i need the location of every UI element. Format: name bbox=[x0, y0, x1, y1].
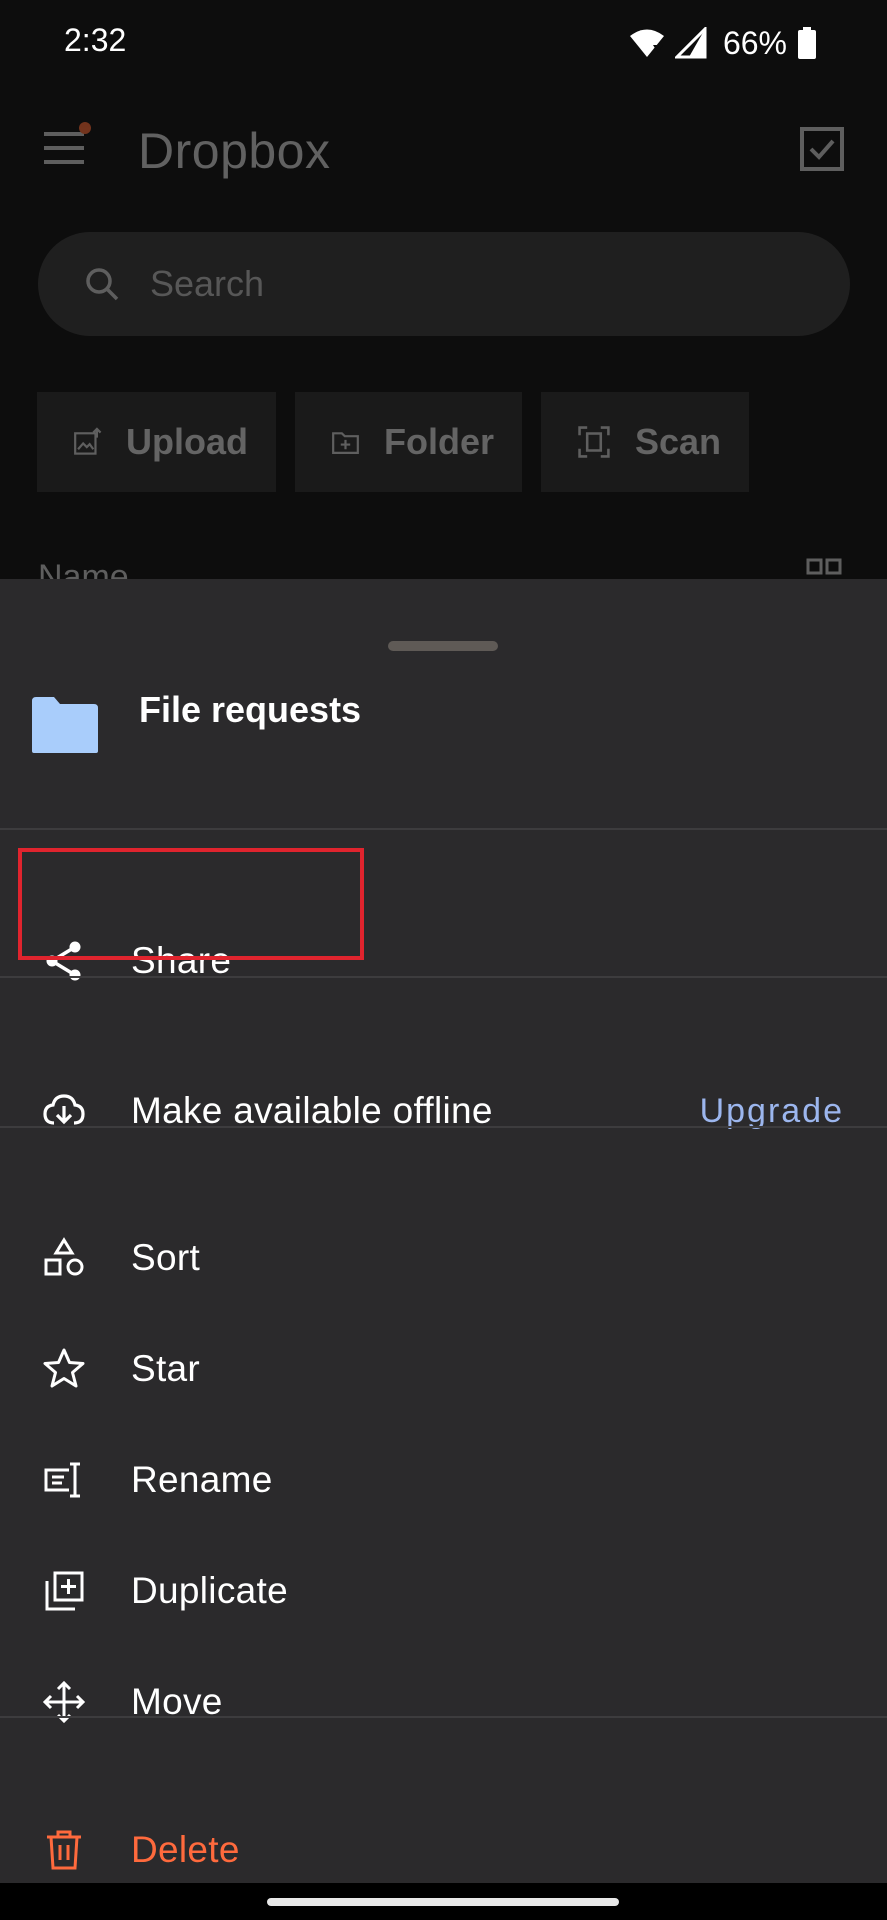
select-checkbox-icon[interactable] bbox=[799, 126, 845, 172]
battery-icon bbox=[798, 27, 816, 59]
scan-label: Scan bbox=[634, 421, 721, 462]
new-folder-button[interactable]: Folder bbox=[295, 392, 522, 492]
divider bbox=[0, 976, 887, 978]
share-menu-item[interactable]: Share bbox=[0, 906, 887, 1016]
sort-menu-item[interactable]: Sort bbox=[0, 1203, 887, 1313]
search-icon bbox=[86, 268, 119, 301]
duplicate-label: Duplicate bbox=[131, 1570, 288, 1611]
dropbox-home-background: Dropbox Search Upload Folder Scan Name bbox=[0, 86, 887, 596]
quick-actions: Upload Folder Scan bbox=[37, 392, 749, 492]
star-label: Star bbox=[131, 1348, 201, 1389]
cell-signal-icon bbox=[674, 27, 707, 59]
sort-label: Sort bbox=[131, 1237, 201, 1278]
divider bbox=[0, 828, 887, 830]
sheet-title: File requests bbox=[139, 689, 362, 730]
delete-label: Delete bbox=[131, 1829, 240, 1870]
sort-shapes-icon bbox=[44, 1237, 84, 1276]
folder-actions-sheet: File requests Share Make available offli… bbox=[0, 579, 887, 1883]
app-title: Dropbox bbox=[138, 123, 331, 179]
navigation-bar bbox=[0, 1883, 887, 1920]
trash-icon bbox=[47, 1830, 81, 1870]
duplicate-menu-item[interactable]: Duplicate bbox=[0, 1536, 887, 1646]
upgrade-link[interactable]: Upgrade bbox=[700, 1092, 844, 1131]
divider bbox=[0, 1716, 887, 1718]
upload-label: Upload bbox=[126, 421, 248, 462]
status-bar: 2:32 66% bbox=[0, 0, 887, 86]
battery-percent: 66% bbox=[722, 24, 787, 61]
upload-image-icon bbox=[74, 427, 102, 455]
make-available-offline-menu-item[interactable]: Make available offline Upgrade bbox=[0, 1056, 887, 1166]
star-menu-item[interactable]: Star bbox=[0, 1314, 887, 1424]
hamburger-menu-icon[interactable] bbox=[42, 126, 86, 170]
notification-dot bbox=[79, 122, 91, 134]
folder-label: Folder bbox=[383, 421, 494, 462]
status-time: 2:32 bbox=[64, 22, 127, 58]
search-placeholder: Search bbox=[150, 263, 265, 304]
sheet-header: File requests bbox=[0, 679, 887, 829]
search-input[interactable]: Search bbox=[38, 232, 850, 336]
scan-icon bbox=[578, 426, 610, 458]
new-folder-icon bbox=[332, 432, 359, 454]
scan-button[interactable]: Scan bbox=[541, 392, 749, 492]
folder-icon bbox=[32, 697, 98, 753]
home-indicator[interactable] bbox=[267, 1898, 619, 1906]
screen: 2:32 66% Dropbox Search Upload Folder Sc… bbox=[0, 0, 887, 1920]
rename-label: Rename bbox=[131, 1459, 273, 1500]
status-icons: 66% bbox=[629, 22, 817, 64]
move-menu-item[interactable]: Move bbox=[0, 1647, 887, 1757]
upload-button[interactable]: Upload bbox=[37, 392, 276, 492]
drag-handle[interactable] bbox=[388, 641, 498, 651]
rename-menu-item[interactable]: Rename bbox=[0, 1425, 887, 1535]
divider bbox=[0, 1126, 887, 1128]
rename-icon bbox=[44, 1462, 80, 1498]
duplicate-icon bbox=[45, 1571, 84, 1611]
wifi-icon bbox=[629, 29, 664, 57]
star-icon bbox=[43, 1348, 85, 1388]
